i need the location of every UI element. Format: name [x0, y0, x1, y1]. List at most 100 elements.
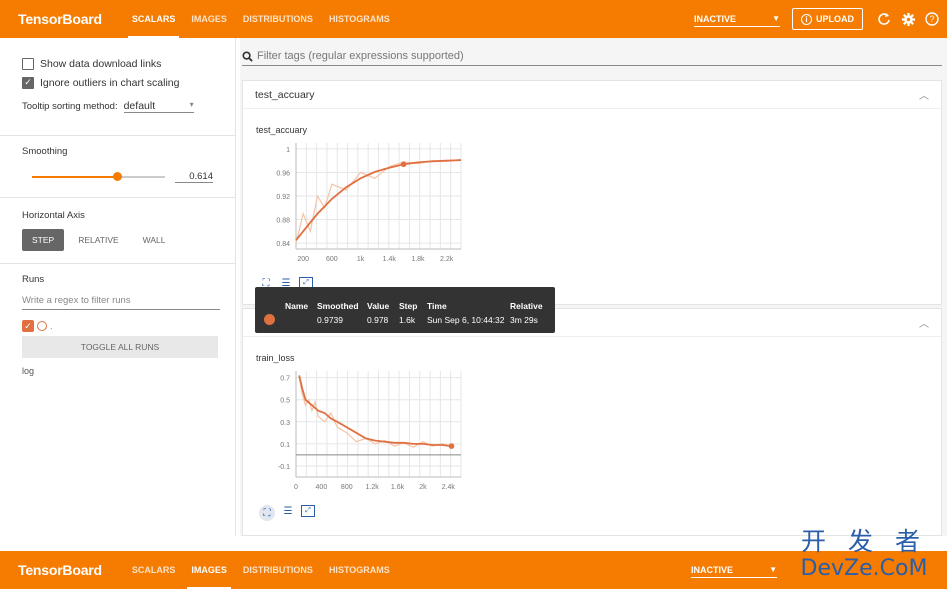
run-dot-label: .	[50, 321, 53, 331]
ignore-outliers-checkbox[interactable]: ✓ Ignore outliers in chart scaling	[22, 73, 213, 92]
svg-text:?: ?	[929, 14, 934, 24]
watermark-logo: 开 发 者 DevZe.CoM	[789, 527, 939, 589]
watermark-cn: 开 发 者	[801, 527, 927, 556]
tooltip-sorting-row: Tooltip sorting method: default ▾	[22, 100, 213, 113]
tooltip-sorting-label: Tooltip sorting method:	[22, 101, 118, 112]
show-download-label: Show data download links	[40, 57, 162, 70]
axis-relative-button[interactable]: RELATIVE	[68, 229, 128, 251]
fullscreen-icon[interactable]: ⛶	[259, 505, 275, 521]
y-tick-label: 0.96	[276, 170, 290, 177]
x-tick-label: 0	[294, 484, 298, 491]
chart-title: train_loss	[256, 353, 295, 363]
info-icon: i	[801, 13, 812, 25]
x-tick-label: 1.4k	[383, 256, 397, 263]
tooltip-header-name: Name	[285, 301, 309, 311]
highlight-point	[448, 443, 455, 449]
runs-label: Runs	[22, 274, 45, 285]
axis-step-button[interactable]: STEP	[22, 229, 65, 251]
chart-train-loss[interactable]: 0.7 0.5 0.3 0.1 -0.1 0 400 800 1.2k 1.6k 2k 2.4k	[256, 367, 476, 503]
tab-distributions[interactable]: DISTRIBUTIONS	[235, 551, 321, 589]
chart-title: test_accuary	[256, 125, 308, 135]
status-select[interactable]: INACTIVE ▼	[694, 11, 780, 27]
tab-distributions[interactable]: DISTRIBUTIONS	[235, 0, 321, 38]
tooltip-sorting-select[interactable]: default ▾	[123, 100, 194, 113]
toggle-all-runs-button[interactable]: TOGGLE ALL RUNS	[22, 336, 218, 358]
y-tick-label: 0.3	[280, 420, 290, 427]
card-train-loss: train_loss ︿ train_loss 0.70.50.30.1-0.1…	[242, 308, 942, 536]
x-tick-label: 2.4k	[442, 484, 456, 491]
status-select[interactable]: INACTIVE ▼	[691, 562, 777, 578]
chart-tooltip: Name Smoothed Value Step Time Relative 0…	[255, 287, 555, 333]
horizontal-axis-label: Horizontal Axis	[22, 210, 85, 221]
watermark-en: DevZe.CoM	[800, 556, 928, 581]
card-test-accuary: test_accuary ︿ test_accuary 0.84 0.88 0.92…	[242, 80, 942, 305]
tooltip-time-value: Sun Sep 6, 10:44:32	[427, 315, 505, 325]
card-title: test_accuary	[255, 88, 315, 101]
tab-scalars[interactable]: SCALARS	[124, 0, 184, 38]
tag-filter-input[interactable]: Filter tags (regular expressions support…	[242, 50, 942, 66]
tab-scalars[interactable]: SCALARS	[124, 551, 184, 589]
help-icon[interactable]: ?	[923, 10, 941, 28]
x-tick-label: 200	[297, 256, 309, 263]
brand-title: TensorBoard	[18, 11, 102, 27]
smoothing-value-input[interactable]: 0.614	[174, 171, 213, 183]
y-tick-label: 1	[286, 147, 290, 154]
y-tick-label: 0.92	[276, 194, 290, 201]
refresh-icon[interactable]	[875, 10, 893, 28]
tab-images[interactable]: IMAGES	[183, 0, 235, 38]
top-app-bar: TensorBoard SCALARS IMAGES DISTRIBUTIONS…	[0, 0, 947, 38]
x-tick-label: 1.8k	[411, 256, 425, 263]
runs-section: Runs Write a regex to filter runs ✓ . TO…	[0, 264, 235, 386]
chevron-down-icon: ▼	[772, 14, 780, 23]
smoothing-slider-fill	[32, 176, 117, 178]
highlight-point	[400, 161, 407, 168]
run-name-label: log	[22, 366, 35, 376]
chevron-up-icon[interactable]: ︿	[919, 315, 929, 330]
upload-button-label: UPLOAD	[816, 14, 854, 24]
smoothing-section: Smoothing 0.614	[0, 136, 235, 198]
run-color-icon[interactable]	[37, 321, 47, 331]
ignore-outliers-label: Ignore outliers in chart scaling	[40, 76, 180, 89]
y-tick-label: 0.7	[280, 376, 290, 383]
tag-filter-placeholder: Filter tags (regular expressions support…	[257, 50, 464, 62]
card-header[interactable]: test_accuary ︿	[243, 81, 941, 109]
x-tick-label: 800	[341, 484, 353, 491]
x-tick-label: 1.2k	[366, 484, 380, 491]
x-tick-label: 400	[316, 484, 328, 491]
status-select-label: INACTIVE	[691, 564, 734, 575]
tab-histograms[interactable]: HISTOGRAMS	[321, 551, 398, 589]
y-tick-label: 0.88	[276, 218, 290, 225]
show-download-checkbox[interactable]: Show data download links	[22, 54, 213, 73]
smoothing-slider-knob[interactable]	[112, 172, 122, 181]
smoothing-label: Smoothing	[22, 146, 68, 157]
chevron-up-icon[interactable]: ︿	[919, 87, 929, 102]
tooltip-smoothed-value: 0.9739	[317, 315, 343, 325]
search-icon	[242, 50, 253, 62]
chart-test-accuary[interactable]: 0.84 0.88 0.92 0.96 1 200 600 1k 1.4k 1.8k 2.2k	[256, 139, 476, 275]
settings-icon[interactable]	[899, 10, 917, 28]
checkbox-unchecked[interactable]	[22, 57, 34, 70]
y-tick-label: 0.84	[276, 241, 290, 248]
x-tick-label: 1.6k	[391, 484, 405, 491]
status-select-label: INACTIVE	[694, 13, 737, 24]
tab-histograms[interactable]: HISTOGRAMS	[321, 0, 398, 38]
tooltip-run-color	[264, 314, 275, 325]
tooltip-header-step: Step	[399, 301, 418, 311]
upload-button[interactable]: i UPLOAD	[792, 8, 863, 30]
chevron-down-icon: ▼	[769, 565, 777, 574]
run-checkbox[interactable]: ✓	[22, 320, 34, 332]
list-icon[interactable]: ☰	[281, 505, 295, 517]
tooltip-header-smoothed: Smoothed	[317, 301, 359, 311]
smoothing-slider[interactable]	[32, 172, 165, 181]
axis-wall-button[interactable]: WALL	[133, 229, 176, 251]
tooltip-step-value: 1.6k	[399, 315, 416, 325]
tab-images[interactable]: IMAGES	[183, 551, 235, 589]
check-icon[interactable]: ✓	[22, 76, 34, 89]
smoothed-series-line	[298, 375, 452, 447]
runs-filter-input[interactable]: Write a regex to filter runs	[22, 295, 220, 310]
chevron-down-icon: ▾	[189, 100, 194, 109]
brand-title: TensorBoard	[18, 562, 102, 578]
fit-domain-icon[interactable]: ⤢	[301, 505, 315, 517]
tooltip-header-relative: Relative	[510, 301, 543, 311]
smoothing-slider-row: 0.614	[22, 171, 213, 183]
